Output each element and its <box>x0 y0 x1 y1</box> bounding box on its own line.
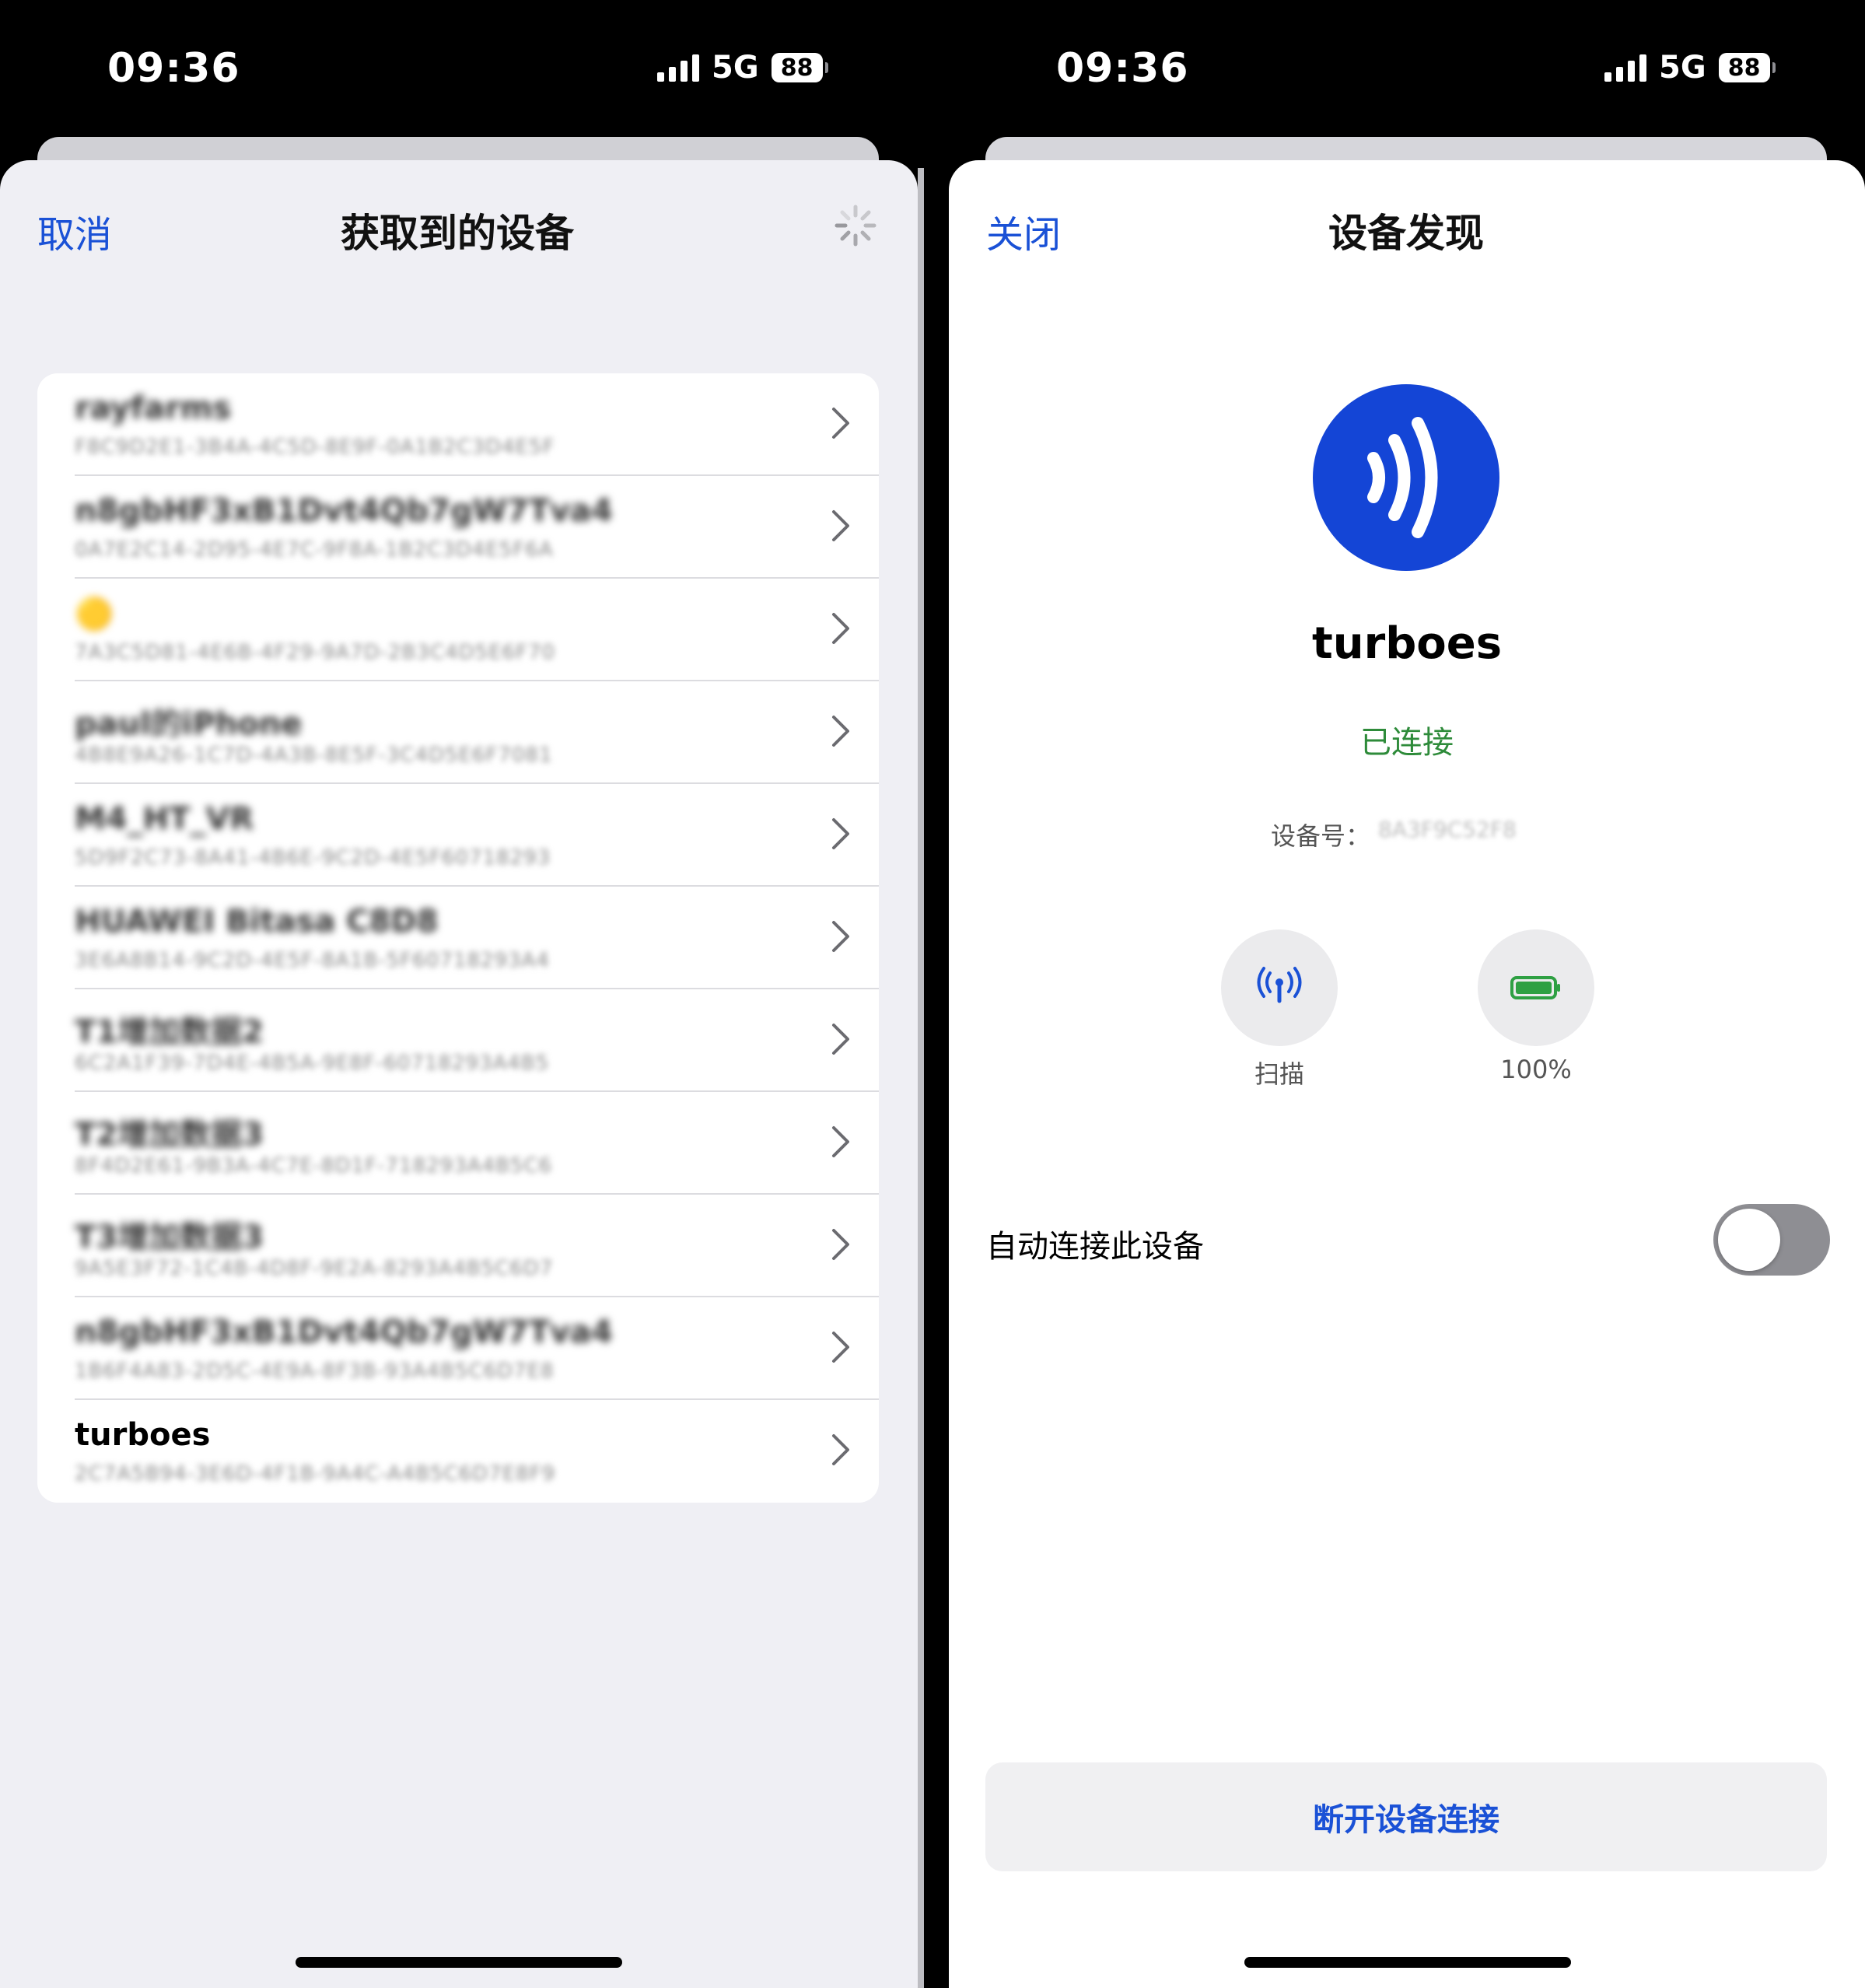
device-number-label: 设备号： <box>1271 821 1371 851</box>
chevron-right-icon <box>832 1332 849 1363</box>
device-row[interactable]: n8gbHF3xB1Dvt4Qb7gW7Tva4 0A7E2C14-2D95-4… <box>37 476 879 579</box>
device-name: 🟡 <box>75 597 114 632</box>
scan-label: 扫描 <box>1254 1059 1304 1089</box>
chevron-right-icon <box>832 1229 849 1260</box>
device-name: n8gbHF3xB1Dvt4Qb7gW7Tva4 <box>75 493 613 529</box>
device-uuid: 3E6A8B14-9C2D-4E5F-8A1B-5F60718293A4 <box>75 949 550 972</box>
device-name: rayfarms <box>75 390 232 426</box>
device-row[interactable]: n8gbHF3xB1Dvt4Qb7gW7Tva4 1B6F4A83-2D5C-4… <box>37 1297 879 1400</box>
battery-full-icon <box>1510 976 1560 999</box>
right-screen: 09:36 5G 88 关闭 设备发现 turboes 已连接 设备号： 8A3… <box>949 0 1865 1988</box>
close-button[interactable]: 关闭 <box>986 204 1061 258</box>
battery-level: 88 <box>771 53 823 82</box>
chevron-right-icon <box>832 1024 849 1055</box>
device-uuid: 6C2A1F39-7D4E-4B5A-9E8F-60718293A4B5 <box>75 1052 550 1075</box>
home-indicator[interactable] <box>1244 1957 1571 1968</box>
scan-button[interactable] <box>1221 929 1338 1046</box>
antenna-icon <box>1257 967 1302 1003</box>
network-type: 5G <box>712 50 759 86</box>
status-indicators: 5G 88 <box>1604 48 1776 87</box>
status-time: 09:36 <box>1056 45 1189 92</box>
device-uuid: 2C7A5B94-3E6D-4F1B-9A4C-A4B5C6D7E8F9 <box>75 1462 556 1486</box>
chevron-right-icon <box>832 613 849 644</box>
auto-connect-label: 自动连接此设备 <box>986 1229 1204 1265</box>
signal-icon <box>1604 54 1646 82</box>
chevron-right-icon <box>832 921 849 952</box>
disconnect-button[interactable]: 断开设备连接 <box>985 1762 1827 1871</box>
chevron-right-icon <box>832 716 849 747</box>
connection-status: 已连接 <box>1360 725 1454 761</box>
device-number-value: 8A3F9C52F8 <box>1378 817 1517 840</box>
device-name: paul的iPhone <box>75 706 303 742</box>
status-time: 09:36 <box>107 45 240 92</box>
nfc-waves-icon <box>1313 384 1499 571</box>
status-indicators: 5G 88 <box>657 48 828 87</box>
battery-icon: 88 <box>771 53 828 82</box>
chevron-right-icon <box>832 818 849 849</box>
device-list: rayfarms F8C9D2E1-3B4A-4C5D-8E9F-0A1B2C3… <box>37 373 879 1503</box>
network-type: 5G <box>1659 50 1706 86</box>
device-row[interactable]: paul的iPhone 4B8E9A26-1C7D-4A3B-8E5F-3C4D… <box>37 681 879 784</box>
battery-icon: 88 <box>1718 53 1776 82</box>
device-row[interactable]: T1增加数据2 6C2A1F39-7D4E-4B5A-9E8F-60718293… <box>37 989 879 1092</box>
screen-divider-edge <box>918 168 924 1988</box>
left-screen: 09:36 5G 88 取消 获取到的设备 rayfarms F8C9D2E1-… <box>0 0 918 1988</box>
device-name: turboes <box>75 1417 211 1453</box>
device-row[interactable]: M4_HT_VR 5D9F2C73-8A41-4B6E-9C2D-4E5F607… <box>37 784 879 887</box>
device-uuid: 5D9F2C73-8A41-4B6E-9C2D-4E5F60718293 <box>75 846 551 870</box>
loading-spinner-icon <box>835 205 877 247</box>
battery-status-button[interactable] <box>1478 929 1594 1046</box>
battery-level: 88 <box>1718 53 1770 82</box>
device-row-turboes[interactable]: turboes 2C7A5B94-3E6D-4F1B-9A4C-A4B5C6D7… <box>37 1400 879 1503</box>
device-row[interactable]: HUAWEI Bitasa C8D8 3E6A8B14-9C2D-4E5F-8A… <box>37 887 879 989</box>
chevron-right-icon <box>832 1434 849 1465</box>
devices-sheet: 取消 获取到的设备 rayfarms F8C9D2E1-3B4A-4C5D-8E… <box>0 160 918 1988</box>
page-title: 获取到的设备 <box>341 211 574 256</box>
device-name: turboes <box>1311 618 1503 669</box>
device-name: M4_HT_VR <box>75 801 254 837</box>
device-name: n8gbHF3xB1Dvt4Qb7gW7Tva4 <box>75 1314 613 1350</box>
page-title: 设备发现 <box>1328 211 1484 256</box>
device-row[interactable]: rayfarms F8C9D2E1-3B4A-4C5D-8E9F-0A1B2C3… <box>37 373 879 476</box>
device-row[interactable]: T2增加数据3 8F4D2E61-9B3A-4C7E-8D1F-718293A4… <box>37 1092 879 1195</box>
device-name: T2增加数据3 <box>75 1117 264 1153</box>
auto-connect-toggle[interactable] <box>1713 1204 1830 1276</box>
chevron-right-icon <box>832 408 849 439</box>
chevron-right-icon <box>832 1126 849 1157</box>
device-uuid: 8F4D2E61-9B3A-4C7E-8D1F-718293A4B5C6 <box>75 1154 553 1178</box>
cancel-button[interactable]: 取消 <box>37 204 112 258</box>
device-uuid: 0A7E2C14-2D95-4E7C-9F8A-1B2C3D4E5F6A <box>75 538 554 562</box>
device-name: T1增加数据2 <box>75 1014 264 1050</box>
device-detail-sheet: 关闭 设备发现 turboes 已连接 设备号： 8A3F9C52F8 扫描 1… <box>949 160 1865 1988</box>
device-row[interactable]: T3增加数据3 9A5E3F72-1C4B-4D8F-9E2A-8293A4B5… <box>37 1195 879 1297</box>
device-name: HUAWEI Bitasa C8D8 <box>75 904 439 940</box>
device-uuid: 4B8E9A26-1C7D-4A3B-8E5F-3C4D5E6F7081 <box>75 744 553 767</box>
device-name: T3增加数据3 <box>75 1220 264 1255</box>
device-uuid: 7A3C5D81-4E6B-4F29-9A7D-2B3C4D5E6F70 <box>75 641 556 664</box>
battery-percent-label: 100% <box>1500 1055 1572 1084</box>
signal-icon <box>657 54 699 82</box>
home-indicator[interactable] <box>296 1957 622 1968</box>
device-row[interactable]: 🟡 7A3C5D81-4E6B-4F29-9A7D-2B3C4D5E6F70 <box>37 579 879 681</box>
toggle-knob <box>1718 1209 1780 1271</box>
device-uuid: F8C9D2E1-3B4A-4C5D-8E9F-0A1B2C3D4E5F <box>75 436 555 459</box>
device-uuid: 1B6F4A83-2D5C-4E9A-8F3B-93A4B5C6D7E8 <box>75 1360 555 1383</box>
device-uuid: 9A5E3F72-1C4B-4D8F-9E2A-8293A4B5C6D7 <box>75 1257 554 1280</box>
chevron-right-icon <box>832 510 849 541</box>
